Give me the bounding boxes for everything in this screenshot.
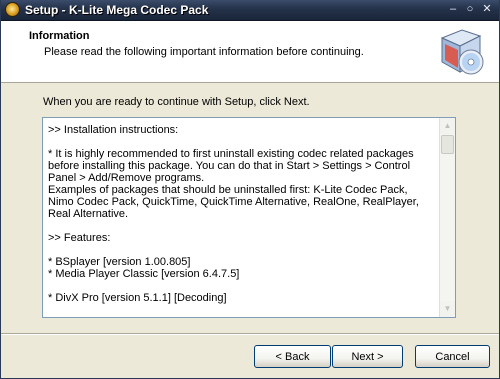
back-button[interactable]: < Back: [254, 345, 331, 368]
title-bar[interactable]: Setup - K-Lite Mega Codec Pack – ○ ✕: [1, 0, 499, 21]
intro-text: When you are ready to continue with Setu…: [43, 96, 310, 108]
close-button[interactable]: ✕: [480, 2, 494, 16]
minimize-button[interactable]: –: [446, 2, 460, 16]
cancel-button[interactable]: Cancel: [415, 345, 490, 368]
setup-box-icon: [440, 29, 484, 75]
page-subtitle: Please read the following important info…: [44, 46, 364, 58]
memo-text: >> Installation instructions: * It is hi…: [48, 124, 419, 304]
page-title: Information: [29, 30, 90, 42]
app-icon: [5, 2, 20, 17]
setup-window: Setup - K-Lite Mega Codec Pack – ○ ✕ Inf…: [0, 0, 500, 379]
information-memo[interactable]: >> Installation instructions: * It is hi…: [42, 117, 456, 318]
wizard-header: Information Please read the following im…: [1, 21, 499, 83]
vertical-scrollbar[interactable]: ▲ ▼: [439, 118, 455, 317]
scroll-thumb[interactable]: [441, 135, 454, 154]
next-button[interactable]: Next >: [332, 345, 403, 368]
scroll-down-arrow-icon[interactable]: ▼: [440, 301, 455, 317]
window-title: Setup - K-Lite Mega Codec Pack: [25, 3, 209, 17]
maximize-button[interactable]: ○: [463, 2, 477, 16]
scroll-up-arrow-icon[interactable]: ▲: [440, 118, 455, 134]
footer-divider: [1, 333, 499, 335]
